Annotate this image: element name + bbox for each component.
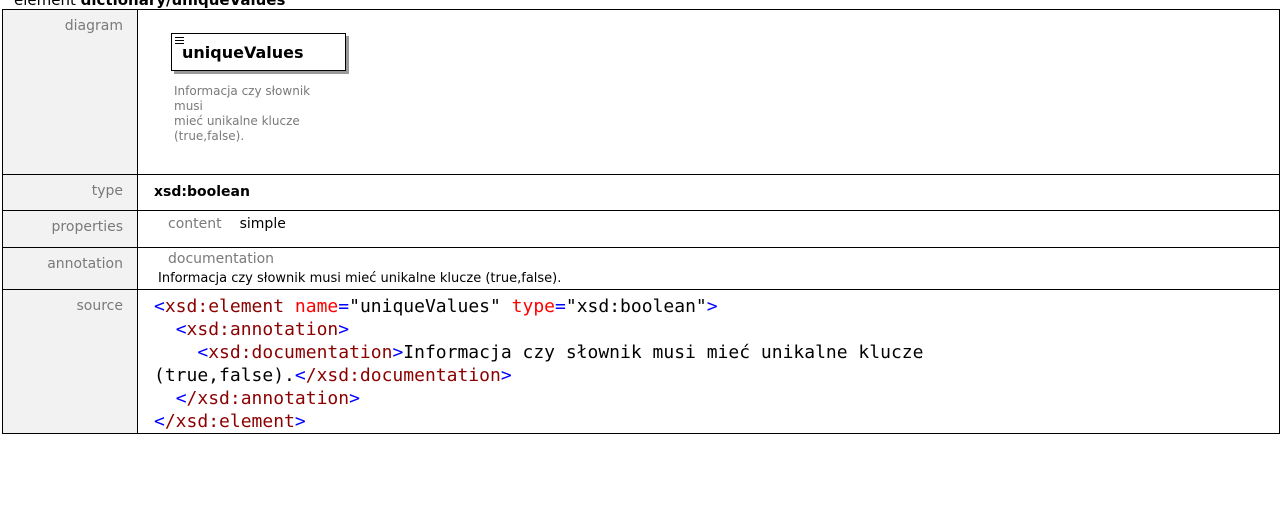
property-key: content <box>168 216 222 232</box>
page-heading: element dictionary/uniqueValues <box>14 0 285 9</box>
diagram-cell: uniqueValues Informacja czy słownik musi… <box>137 9 1280 175</box>
source-code: <xsd:element name="uniqueValues" type="x… <box>154 296 924 432</box>
row-properties: properties content simple <box>2 210 1280 248</box>
label-diagram: diagram <box>2 9 138 175</box>
heading-prefix: element <box>14 0 81 9</box>
row-annotation: annotation documentation Informacja czy s… <box>2 247 1280 290</box>
annotation-value: documentation Informacja czy słownik musi… <box>138 248 1279 288</box>
label-annotation: annotation <box>2 247 138 290</box>
diagram: uniqueValues Informacja czy słownik musi… <box>138 10 1279 174</box>
diagram-doc-line: (true,false). <box>174 129 245 143</box>
diagram-element-name: uniqueValues <box>182 43 304 62</box>
element-doc-table: diagram uniqueValues Informacja czy słow… <box>2 9 1280 434</box>
row-diagram: diagram uniqueValues Informacja czy słow… <box>2 9 1280 175</box>
property-value: simple <box>239 216 286 232</box>
diagram-documentation: Informacja czy słownik musi mieć unikaln… <box>174 84 324 144</box>
properties-value: content simple <box>138 211 1279 232</box>
label-source: source <box>2 289 138 434</box>
annotation-key: documentation <box>168 251 275 267</box>
annotation-text: Informacja czy słownik musi mieć unikaln… <box>158 271 562 286</box>
type-value[interactable]: xsd:boolean <box>138 175 1279 200</box>
diagram-doc-line: mieć unikalne klucze <box>174 114 300 128</box>
heading-element-name: dictionary/uniqueValues <box>80 0 286 9</box>
diagram-element-box[interactable]: uniqueValues <box>171 33 346 71</box>
row-type: type xsd:boolean <box>2 174 1280 211</box>
label-type: type <box>2 174 138 211</box>
row-source: source <xsd:element name="uniqueValues" … <box>2 289 1280 434</box>
label-properties: properties <box>2 210 138 248</box>
diagram-doc-line: Informacja czy słownik musi <box>174 84 311 113</box>
